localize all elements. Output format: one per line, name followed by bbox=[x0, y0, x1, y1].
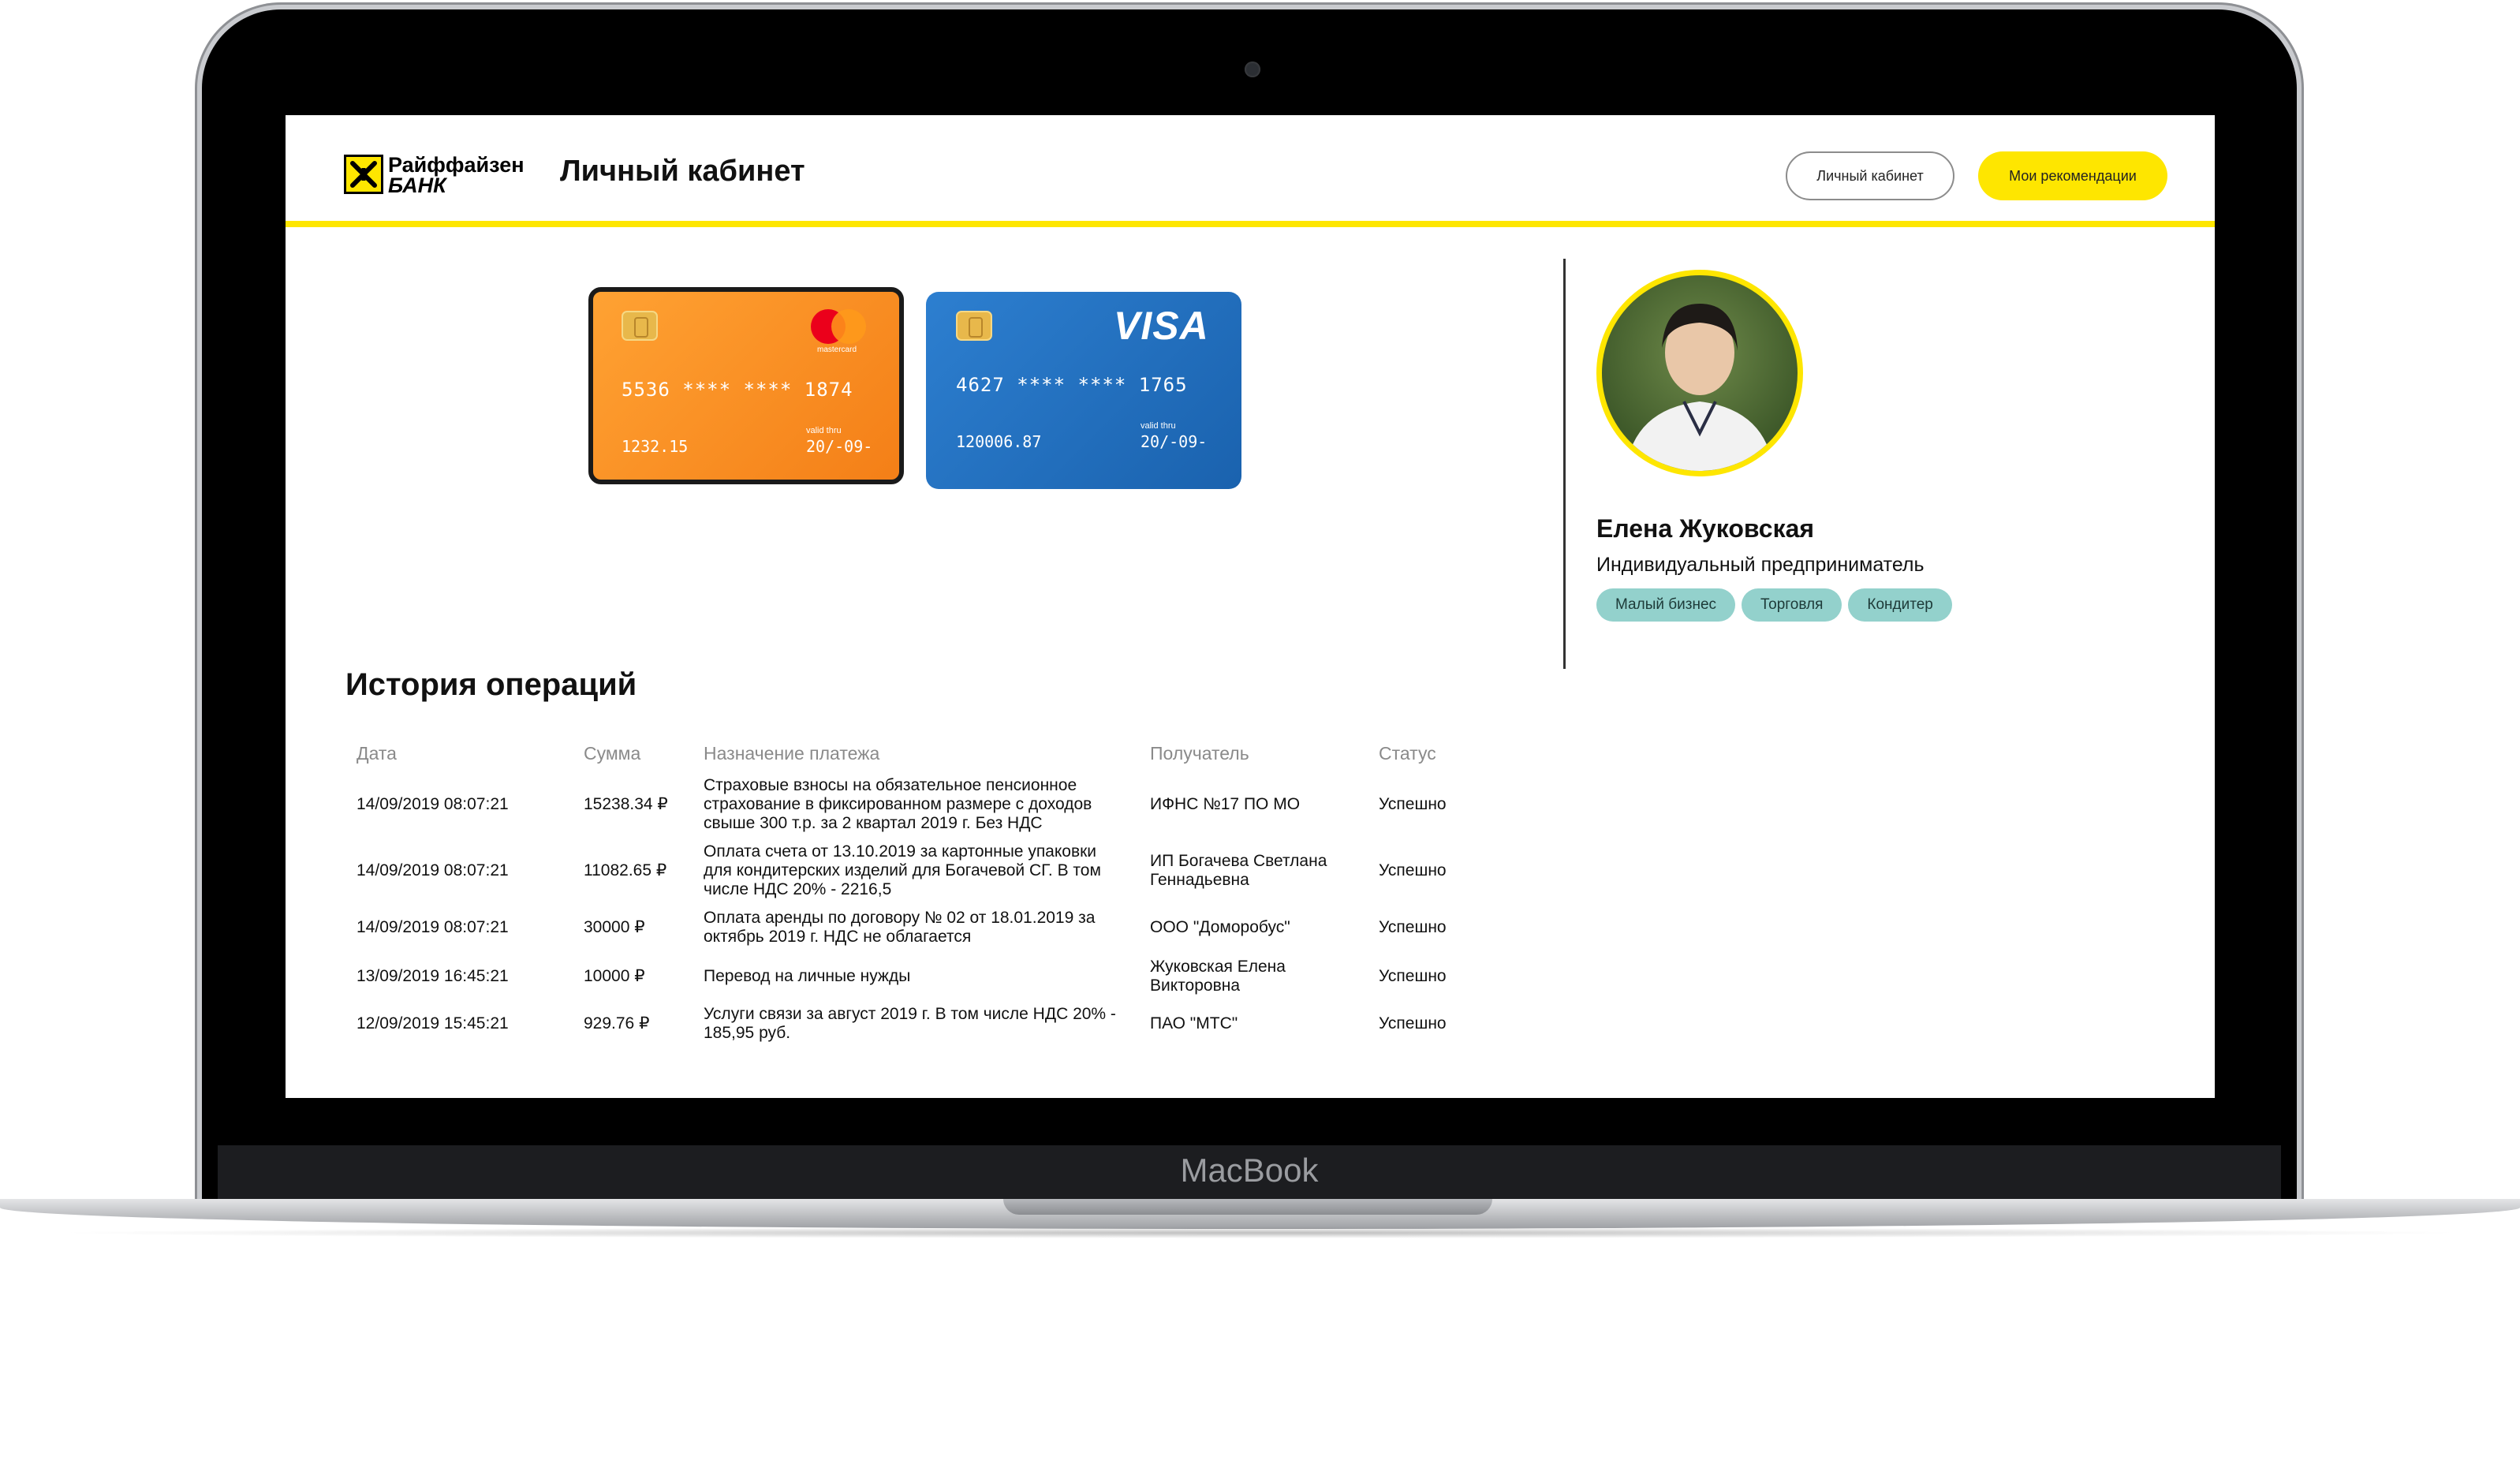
recipient-line: Викторовна bbox=[1150, 976, 1241, 995]
purpose-line: страхование в фиксированном размере с до… bbox=[704, 795, 1092, 813]
row-date: 14/09/2019 08:07:21 bbox=[357, 861, 509, 879]
recipient-line: ИП Богачева Светлана bbox=[1150, 852, 1327, 870]
row-amount: 15238.34 ₽ bbox=[584, 795, 668, 813]
visa-logo: VISA bbox=[1114, 304, 1209, 348]
purpose-line: Оплата счета от 13.10.2019 за картонные … bbox=[704, 842, 1097, 861]
purpose-line: Оплата аренды по договору № 02 от 18.01.… bbox=[704, 909, 1096, 927]
purpose-line: октябрь 2019 г. НДС не облагается bbox=[704, 928, 972, 946]
laptop-notch bbox=[1003, 1199, 1492, 1215]
column-header-purpose: Назначение платежа bbox=[704, 743, 880, 764]
row-status: Успешно bbox=[1379, 861, 1447, 879]
row-status: Успешно bbox=[1379, 967, 1447, 985]
purpose-line: 185,95 руб. bbox=[704, 1024, 791, 1042]
column-header-recipient: Получатель bbox=[1150, 743, 1249, 764]
card-number: 5536 **** **** 1874 bbox=[622, 379, 853, 401]
purpose-line: числе НДС 20% - 2216,5 bbox=[704, 880, 892, 898]
profile-name: Елена Жуковская bbox=[1596, 514, 1815, 543]
row-date: 14/09/2019 08:07:21 bbox=[357, 918, 509, 936]
card-chip-icon bbox=[622, 311, 658, 341]
recipient-line: ООО "Доморобус" bbox=[1150, 918, 1290, 936]
recipient-line: Жуковская Елена bbox=[1150, 958, 1286, 976]
card-valid-label: valid thru bbox=[1141, 421, 1176, 431]
card-brand-label: mastercard bbox=[817, 345, 857, 354]
row-status: Успешно bbox=[1379, 1014, 1447, 1032]
row-date: 13/09/2019 16:45:21 bbox=[357, 967, 509, 985]
recipient-line: Геннадьевна bbox=[1150, 871, 1249, 889]
card-expiry: 20/-09- bbox=[1141, 432, 1208, 451]
row-purpose: Перевод на личные нужды bbox=[704, 967, 1137, 986]
purpose-line: свыше 300 т.р. за 2 квартал 2019 г. Без … bbox=[704, 814, 1043, 832]
card-valid-label: valid thru bbox=[806, 426, 842, 435]
row-recipient: ПАО "МТС" bbox=[1150, 1014, 1347, 1033]
header: Райффайзен БАНК Личный кабинет Личный ка… bbox=[286, 115, 2215, 227]
profile-role: Индивидуальный предприниматель bbox=[1596, 554, 1925, 576]
raiffeisen-logo-icon bbox=[344, 155, 383, 194]
tag-confectioner[interactable]: Кондитер bbox=[1848, 588, 1952, 622]
row-status: Успешно bbox=[1379, 918, 1447, 936]
column-header-date: Дата bbox=[357, 743, 397, 764]
card-number: 4627 **** **** 1765 bbox=[956, 374, 1188, 396]
row-amount: 11082.65 ₽ bbox=[584, 861, 667, 879]
my-recommendations-button[interactable]: Мои рекомендации bbox=[1978, 151, 2167, 200]
card-chip-icon bbox=[956, 311, 992, 341]
card-balance: 120006.87 bbox=[956, 432, 1042, 451]
row-recipient: ИП Богачева Светлана Геннадьевна bbox=[1150, 852, 1347, 890]
row-date: 14/09/2019 08:07:21 bbox=[357, 795, 509, 813]
recipient-line: ПАО "МТС" bbox=[1150, 1014, 1238, 1032]
column-header-status: Статус bbox=[1379, 743, 1436, 764]
card-balance: 1232.15 bbox=[622, 437, 689, 456]
purpose-line: для кондитерских изделий для Богачевой С… bbox=[704, 861, 1101, 879]
card-mastercard[interactable]: mastercard 5536 **** **** 1874 1232.15 v… bbox=[588, 287, 904, 484]
profile-tags: Малый бизнес Торговля Кондитер bbox=[1596, 588, 1952, 622]
vertical-divider bbox=[1563, 259, 1566, 669]
tag-trade[interactable]: Торговля bbox=[1742, 588, 1842, 622]
row-amount: 929.76 ₽ bbox=[584, 1014, 650, 1032]
row-purpose: Оплата счета от 13.10.2019 за картонные … bbox=[704, 842, 1137, 899]
avatar bbox=[1596, 270, 1803, 476]
row-purpose: Страховые взносы на обязательное пенсион… bbox=[704, 776, 1137, 833]
card-expiry: 20/-09- bbox=[806, 437, 873, 456]
purpose-line: Услуги связи за август 2019 г. В том чис… bbox=[704, 1005, 1116, 1023]
row-recipient: ООО "Доморобус" bbox=[1150, 918, 1347, 937]
laptop-shadow bbox=[47, 1227, 2473, 1238]
row-date: 12/09/2019 15:45:21 bbox=[357, 1014, 509, 1032]
mastercard-logo-icon-overlap bbox=[831, 309, 866, 344]
logo-text-line2: БАНК bbox=[388, 174, 446, 197]
row-recipient: Жуковская Елена Викторовна bbox=[1150, 958, 1347, 995]
purpose-line: Перевод на личные нужды bbox=[704, 967, 911, 985]
personal-cabinet-button[interactable]: Личный кабинет bbox=[1786, 151, 1954, 200]
row-amount: 10000 ₽ bbox=[584, 967, 645, 985]
row-purpose: Оплата аренды по договору № 02 от 18.01.… bbox=[704, 909, 1137, 947]
camera-icon bbox=[1245, 62, 1260, 77]
screen: Райффайзен БАНК Личный кабинет Личный ка… bbox=[286, 115, 2215, 1098]
card-visa[interactable]: VISA 4627 **** **** 1765 120006.87 valid… bbox=[926, 292, 1241, 489]
column-header-amount: Сумма bbox=[584, 743, 641, 764]
row-recipient: ИФНС №17 ПО МО bbox=[1150, 795, 1347, 814]
bank-logo[interactable]: Райффайзен БАНК bbox=[344, 153, 525, 199]
recipient-line: ИФНС №17 ПО МО bbox=[1150, 795, 1301, 813]
purpose-line: Страховые взносы на обязательное пенсион… bbox=[704, 776, 1077, 794]
tag-small-business[interactable]: Малый бизнес bbox=[1596, 588, 1736, 622]
device-label: MacBook bbox=[1180, 1152, 1319, 1189]
row-purpose: Услуги связи за август 2019 г. В том чис… bbox=[704, 1005, 1137, 1043]
row-status: Успешно bbox=[1379, 795, 1447, 813]
page-title: Личный кабинет bbox=[560, 155, 805, 188]
row-amount: 30000 ₽ bbox=[584, 918, 645, 936]
history-title: История операций bbox=[345, 667, 637, 702]
